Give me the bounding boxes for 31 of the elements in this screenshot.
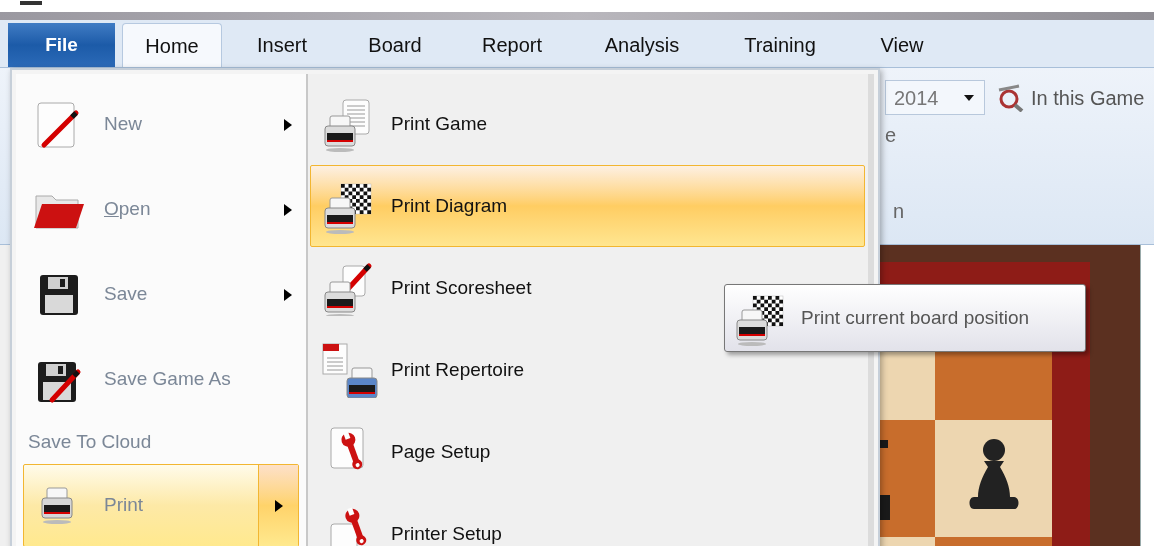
ribbon-tab[interactable]: Analysis — [576, 23, 708, 67]
menu-item[interactable]: New — [16, 82, 306, 167]
ribbon-tab[interactable]: View — [852, 23, 952, 67]
menu-item[interactable]: Open — [16, 167, 306, 252]
tooltip-text: Print current board position — [801, 305, 1030, 330]
menu-item[interactable]: Save Game As — [16, 337, 306, 422]
submenu-arrow-icon — [284, 203, 292, 216]
ribbon-tab[interactable]: Training — [708, 23, 852, 67]
ribbon-tab[interactable]: Home — [122, 23, 222, 67]
ribbon-tab[interactable]: Report — [448, 23, 576, 67]
menu-item[interactable]: Printer Setup — [310, 493, 865, 546]
ribbon-label: e — [885, 125, 898, 145]
file-tab[interactable]: File — [8, 23, 115, 67]
menu-item[interactable]: Save — [16, 252, 306, 337]
ribbon-group-label: n — [893, 201, 906, 221]
menu-item[interactable]: Print Diagram — [310, 165, 865, 247]
ribbon-tab[interactable]: Insert — [222, 23, 342, 67]
search-button[interactable]: In this Game — [995, 80, 1145, 115]
submenu-arrow-icon — [284, 288, 292, 301]
app-icon — [20, 0, 42, 5]
submenu-arrow-icon — [284, 118, 292, 131]
menu-section-heading: Save To Cloud — [28, 429, 152, 454]
document-printer-icon — [319, 342, 379, 398]
submenu-arrow-icon — [274, 499, 283, 512]
menu-item[interactable]: Print Game — [310, 83, 865, 165]
caret-icon — [964, 94, 974, 101]
submenu-button[interactable] — [258, 465, 298, 546]
menu-item[interactable]: Page Setup — [310, 411, 865, 493]
menu-item[interactable]: Print Repertoire — [310, 329, 865, 411]
ribbon-tab[interactable]: Board — [342, 23, 448, 67]
year-dropdown[interactable]: 2014 — [885, 80, 985, 115]
